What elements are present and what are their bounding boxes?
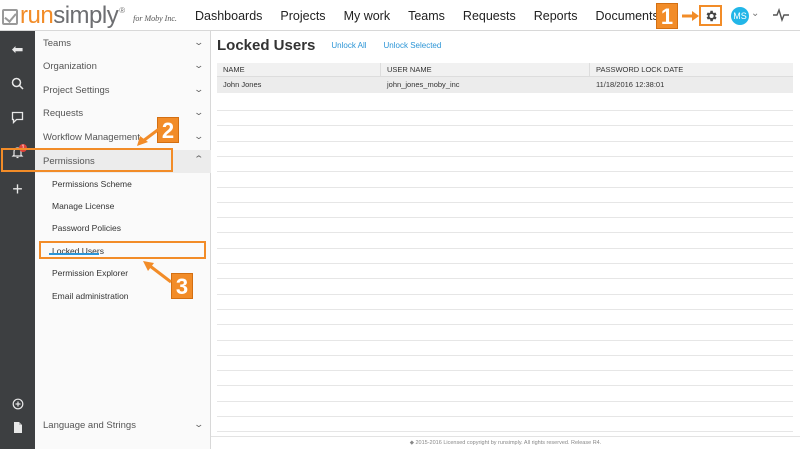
settings-button[interactable] — [699, 5, 722, 26]
chevron-down-icon: ⌄ — [193, 84, 205, 94]
sidebar-item-permissions[interactable]: Permissions ⌃ — [35, 150, 211, 173]
sidebar-item-label: Permissions — [43, 156, 95, 167]
table-empty-row-line — [217, 171, 793, 173]
nav-teams[interactable]: Teams — [408, 9, 445, 23]
sidebar-item-project-settings[interactable]: Project Settings ⌄ — [35, 79, 211, 102]
column-header-password-lock-date[interactable]: PASSWORD LOCK DATE — [590, 63, 793, 76]
activity-pulse-icon[interactable] — [773, 8, 789, 22]
sidebar-item-teams[interactable]: Teams ⌄ — [35, 32, 211, 55]
nav-requests[interactable]: Requests — [463, 9, 516, 23]
callout-3: 3 — [171, 273, 193, 299]
table-empty-row-line — [217, 110, 793, 111]
table-empty-row-line — [217, 201, 793, 203]
table-empty-row-line — [217, 140, 793, 142]
bell-icon[interactable] — [0, 146, 35, 162]
callout-1: 1 — [656, 3, 678, 29]
back-arrow-icon[interactable]: ⬅ — [0, 41, 35, 58]
gear-icon — [706, 10, 717, 21]
table-empty-row-line — [217, 324, 793, 326]
add-circle-icon[interactable] — [0, 397, 35, 413]
search-icon[interactable] — [0, 77, 35, 93]
callout-arrow-2 — [137, 127, 160, 146]
column-header-name[interactable]: NAME — [217, 63, 381, 76]
table-empty-row-line — [217, 263, 793, 264]
sidebar-item-organization[interactable]: Organization ⌄ — [35, 55, 211, 78]
main-content: Locked Users Unlock All Unlock Selected … — [211, 31, 800, 449]
plus-icon[interactable]: + — [0, 179, 35, 200]
cell-lock-date: 11/18/2016 12:38:01 — [596, 80, 665, 89]
nav-documents[interactable]: Documents — [596, 9, 659, 23]
sidebar-subitem-password-policies[interactable]: Password Policies — [52, 223, 121, 233]
unlock-selected-link[interactable]: Unlock Selected — [384, 41, 442, 50]
table-empty-row-line — [217, 232, 793, 234]
sidebar-item-label: Organization — [43, 61, 97, 72]
footer-copyright: ◆ 2015-2016 Licensed copyright by runsim… — [211, 436, 800, 449]
locked-users-table: NAME USER NAME PASSWORD LOCK DATE John J… — [217, 63, 793, 93]
logo-registered-mark: ® — [119, 6, 126, 15]
page-title: Locked Users — [217, 36, 316, 54]
column-header-user-name[interactable]: USER NAME — [381, 63, 590, 76]
table-empty-row-line — [217, 416, 793, 417]
callout-arrow-1 — [682, 11, 699, 21]
chevron-down-icon: ⌄ — [193, 131, 205, 141]
sidebar-item-requests[interactable]: Requests ⌄ — [35, 102, 211, 125]
table-empty-row-line — [217, 354, 793, 356]
logo-check-icon — [2, 9, 18, 25]
chevron-down-icon: ⌄ — [193, 419, 205, 429]
cell-username: john_jones_moby_inc — [387, 80, 460, 89]
cell-name: John Jones — [223, 80, 262, 89]
nav-dashboards[interactable]: Dashboards — [195, 9, 262, 23]
nav-projects[interactable]: Projects — [280, 9, 325, 23]
sidebar-item-label: Requests — [43, 108, 84, 119]
table-empty-row-line — [217, 431, 793, 433]
table-empty-row-line — [217, 339, 793, 341]
user-avatar[interactable]: MS — [731, 7, 749, 25]
chevron-up-icon: ⌃ — [193, 154, 205, 164]
sidebar-item-workflow-management[interactable]: Workflow Management ⌄ — [35, 126, 211, 149]
sidebar-item-label: Workflow Management — [43, 132, 140, 143]
table-empty-row-line — [217, 125, 793, 127]
logo[interactable]: run simply ® for Moby Inc. — [2, 3, 177, 29]
chevron-down-icon: ⌄ — [193, 60, 205, 70]
chevron-down-icon[interactable]: ⌄ — [751, 8, 759, 19]
logo-run-text: run — [20, 2, 54, 29]
logo-simply-text: simply — [53, 2, 119, 29]
table-empty-row-line — [217, 370, 793, 372]
sidebar-item-label: Teams — [43, 38, 71, 49]
sidebar-subitem-permissions-scheme[interactable]: Permissions Scheme — [52, 179, 132, 189]
active-indicator — [49, 253, 99, 255]
table-empty-row-line — [217, 155, 793, 157]
sidebar-subitem-permission-explorer[interactable]: Permission Explorer — [52, 268, 128, 278]
sidebar-item-label: Language and Strings — [43, 420, 136, 431]
table-row[interactable]: John Jones john_jones_moby_inc 11/18/201… — [217, 77, 793, 93]
chevron-down-icon: ⌄ — [193, 37, 205, 47]
callout-arrow-3 — [143, 261, 172, 284]
table-empty-row-line — [217, 278, 793, 280]
nav-reports[interactable]: Reports — [534, 9, 578, 23]
sidebar-subitem-email-administration[interactable]: Email administration — [52, 291, 129, 301]
table-header: NAME USER NAME PASSWORD LOCK DATE — [217, 63, 793, 77]
table-empty-row-line — [217, 308, 793, 310]
unlock-all-link[interactable]: Unlock All — [331, 41, 366, 50]
document-icon[interactable] — [0, 421, 35, 437]
table-empty-row-line — [217, 186, 793, 188]
table-empty-row-line — [217, 385, 793, 387]
main-nav: Dashboards Projects My work Teams Reques… — [195, 0, 677, 31]
sidebar-item-label: Project Settings — [43, 85, 110, 96]
logo-tenant-label: for Moby Inc. — [133, 14, 177, 23]
sidebar-item-language-and-strings[interactable]: Language and Strings ⌄ — [35, 414, 211, 437]
title-row: Locked Users Unlock All Unlock Selected — [217, 35, 458, 55]
chat-icon[interactable] — [0, 111, 35, 127]
chevron-down-icon: ⌄ — [193, 107, 205, 117]
notification-badge: 1 — [19, 144, 27, 152]
table-empty-row-line — [217, 400, 793, 402]
settings-sidebar: Teams ⌄ Organization ⌄ Project Settings … — [35, 31, 211, 449]
sidebar-subitem-manage-license[interactable]: Manage License — [52, 201, 114, 211]
table-empty-row-line — [217, 217, 793, 219]
icon-rail: ⬅ 1 + — [0, 31, 35, 449]
table-empty-row-line — [217, 247, 793, 249]
table-empty-row-line — [217, 293, 793, 295]
nav-my-work[interactable]: My work — [344, 9, 391, 23]
